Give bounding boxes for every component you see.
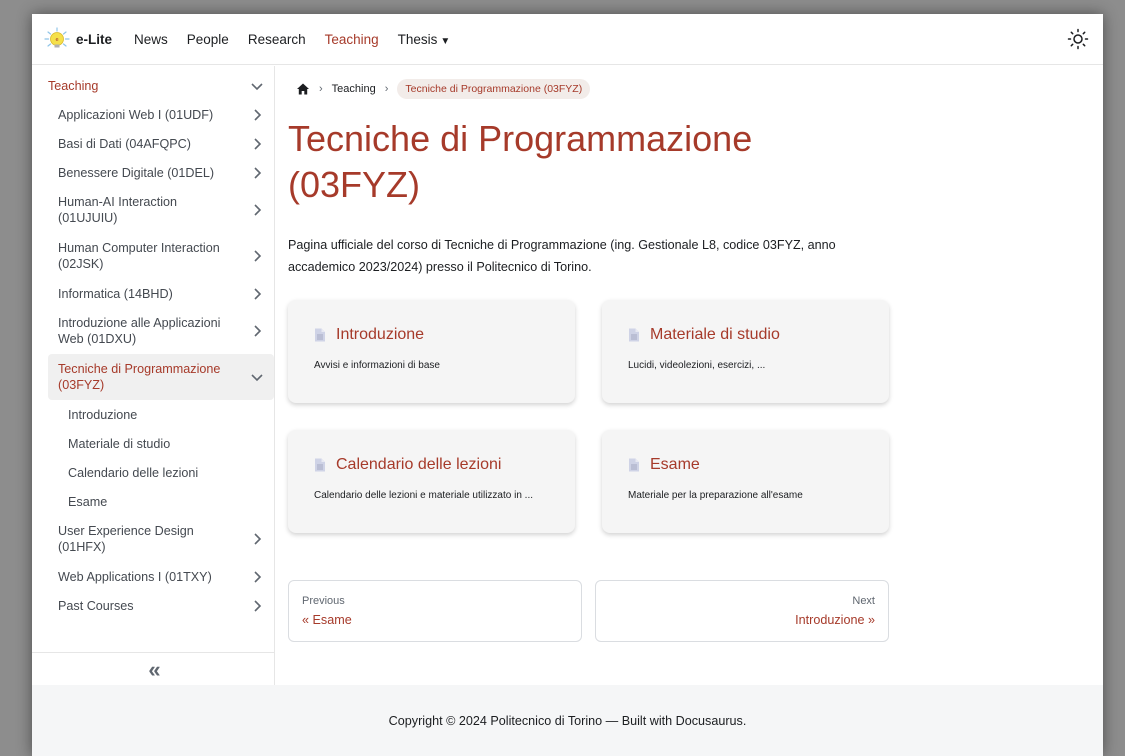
breadcrumb-separator: › <box>319 83 323 95</box>
sun-icon[interactable] <box>1067 28 1089 50</box>
sidebar-item-label: Past Courses <box>58 598 134 613</box>
sidebar-subitem-label: Introduzione <box>68 407 138 422</box>
sidebar-subitem-label: Materiale di studio <box>68 436 171 451</box>
svg-text:e: e <box>55 37 58 43</box>
sidebar-section-teaching[interactable]: Teaching <box>32 72 274 100</box>
chevron-right-icon <box>254 533 262 545</box>
breadcrumb-current: Tecniche di Programmazione (03FYZ) <box>397 79 591 99</box>
sidebar-item-label: Tecniche di Programmazione (03FYZ) <box>58 362 221 392</box>
sidebar-section-label: Teaching <box>48 79 99 93</box>
card-introduzione[interactable]: Introduzione Avvisi e informazioni di ba… <box>288 300 575 403</box>
sidebar-item-user-experience-design[interactable]: User Experience Design (01HFX) <box>32 516 274 562</box>
chevron-right-icon <box>254 599 262 612</box>
sidebar-item-label: User Experience Design (01HFX) <box>58 524 194 554</box>
sidebar-subitem-esame[interactable]: Esame <box>32 487 274 516</box>
previous-page-link[interactable]: Previous « Esame <box>288 580 582 642</box>
sidebar: Teaching Applicazioni Web I (01UDF) Basi… <box>32 66 275 686</box>
breadcrumb-teaching[interactable]: Teaching <box>332 83 376 95</box>
chevron-down-icon[interactable] <box>250 370 264 384</box>
card-calendario-delle-lezioni[interactable]: Calendario delle lezioni Calendario dell… <box>288 430 575 533</box>
brand-name[interactable]: e-Lite <box>76 32 112 47</box>
footer: Copyright © 2024 Politecnico di Torino —… <box>32 685 1103 756</box>
nav-thesis-dropdown[interactable]: Thesis ▼ <box>398 32 451 47</box>
chevron-right-icon <box>254 108 262 121</box>
card-materiale-di-studio[interactable]: Materiale di studio Lucidi, videolezioni… <box>602 300 889 403</box>
sidebar-item-label: Human-AI Interaction (01UJUIU) <box>58 195 177 225</box>
sidebar-item-basi-di-dati[interactable]: Basi di Dati (04AFQPC) <box>32 129 274 158</box>
sidebar-item-applicazioni-web[interactable]: Applicazioni Web I (01UDF) <box>32 100 274 129</box>
sidebar-item-introduzione-applicazioni-web[interactable]: Introduzione alle Applicazioni Web (01DX… <box>32 308 274 354</box>
sidebar-item-human-ai-interaction[interactable]: Human-AI Interaction (01UJUIU) <box>32 187 274 233</box>
chevron-right-icon <box>254 166 262 179</box>
next-page-link[interactable]: Next Introduzione » <box>595 580 889 642</box>
card-description: Calendario delle lezioni e materiale uti… <box>314 490 534 501</box>
sidebar-item-label: Human Computer Interaction (02JSK) <box>58 241 220 271</box>
sidebar-item-label: Introduzione alle Applicazioni Web (01DX… <box>58 316 221 346</box>
chevron-down-icon[interactable] <box>250 79 264 93</box>
document-icon <box>629 458 639 472</box>
page-description: Pagina ufficiale del corso di Tecniche d… <box>288 238 836 274</box>
breadcrumb-separator: › <box>384 83 389 95</box>
sidebar-item-benessere-digitale[interactable]: Benessere Digitale (01DEL) <box>32 158 274 187</box>
home-icon[interactable] <box>296 82 310 96</box>
pagination-nav: Previous « Esame Next Introduzione » <box>288 580 1088 642</box>
card-description: Materiale per la preparazione all'esame <box>628 490 803 501</box>
nav-people[interactable]: People <box>187 32 229 47</box>
card-grid: Introduzione Avvisi e informazioni di ba… <box>288 300 1088 570</box>
card-title: Calendario delle lezioni <box>336 456 502 473</box>
double-chevron-left-icon: « <box>148 656 160 682</box>
nav-teaching[interactable]: Teaching <box>325 32 379 47</box>
nav-news[interactable]: News <box>134 32 168 47</box>
previous-label: « Esame <box>302 613 352 627</box>
chevron-right-icon <box>254 287 262 300</box>
nav-research[interactable]: Research <box>248 32 306 47</box>
sidebar-item-tecniche-di-programmazione[interactable]: Tecniche di Programmazione (03FYZ) <box>48 354 274 400</box>
navbar: e e-Lite News People Research Teaching T… <box>32 14 1103 65</box>
sidebar-subitem-introduzione[interactable]: Introduzione <box>32 400 274 429</box>
chevron-right-icon <box>254 204 262 216</box>
sidebar-item-label: Benessere Digitale (01DEL) <box>58 165 215 180</box>
previous-sublabel: Previous <box>302 595 345 607</box>
sidebar-subitem-label: Esame <box>68 494 108 509</box>
chevron-right-icon <box>254 325 262 337</box>
sidebar-collapse-button[interactable]: « <box>32 652 274 686</box>
brand-link[interactable]: e e-Lite <box>44 26 112 52</box>
sidebar-item-label: Informatica (14BHD) <box>58 286 173 301</box>
card-description: Avvisi e informazioni di base <box>314 360 440 371</box>
sidebar-subitem-materiale-di-studio[interactable]: Materiale di studio <box>32 429 274 458</box>
chevron-right-icon <box>254 250 262 262</box>
main-content: › Teaching › Tecniche di Programmazione … <box>288 66 1088 642</box>
nav-thesis-label: Thesis <box>397 31 438 47</box>
sidebar-item-past-courses[interactable]: Past Courses <box>32 591 274 620</box>
browser-window: e e-Lite News People Research Teaching T… <box>32 14 1103 756</box>
sidebar-item-label: Web Applications I (01TXY) <box>58 569 212 584</box>
lightbulb-logo-icon: e <box>44 27 70 48</box>
document-icon <box>629 328 639 342</box>
card-esame[interactable]: Esame Materiale per la preparazione all'… <box>602 430 889 533</box>
card-title: Materiale di studio <box>650 326 780 343</box>
copyright-text: Copyright © 2024 Politecnico di Torino —… <box>388 713 747 728</box>
document-icon <box>315 458 325 472</box>
card-title: Introduzione <box>336 326 425 343</box>
breadcrumb: › Teaching › Tecniche di Programmazione … <box>288 66 1088 110</box>
page-title: Tecniche di Programmazione (03FYZ) <box>288 118 753 205</box>
card-description: Lucidi, videolezioni, esercizi, ... <box>628 360 766 371</box>
chevron-right-icon <box>254 570 262 583</box>
chevron-right-icon <box>254 137 262 150</box>
caret-down-icon: ▼ <box>440 35 451 47</box>
sidebar-item-informatica[interactable]: Informatica (14BHD) <box>32 279 274 308</box>
document-icon <box>315 328 325 342</box>
sidebar-subitem-label: Calendario delle lezioni <box>68 465 199 480</box>
sidebar-item-label: Basi di Dati (04AFQPC) <box>58 136 191 151</box>
card-title: Esame <box>650 456 700 473</box>
sidebar-subitem-calendario[interactable]: Calendario delle lezioni <box>32 458 274 487</box>
sidebar-item-web-applications[interactable]: Web Applications I (01TXY) <box>32 562 274 591</box>
next-label: Introduzione » <box>795 613 875 627</box>
sidebar-item-label: Applicazioni Web I (01UDF) <box>58 107 214 122</box>
sidebar-item-human-computer-interaction[interactable]: Human Computer Interaction (02JSK) <box>32 233 274 279</box>
next-sublabel: Next <box>852 595 875 607</box>
